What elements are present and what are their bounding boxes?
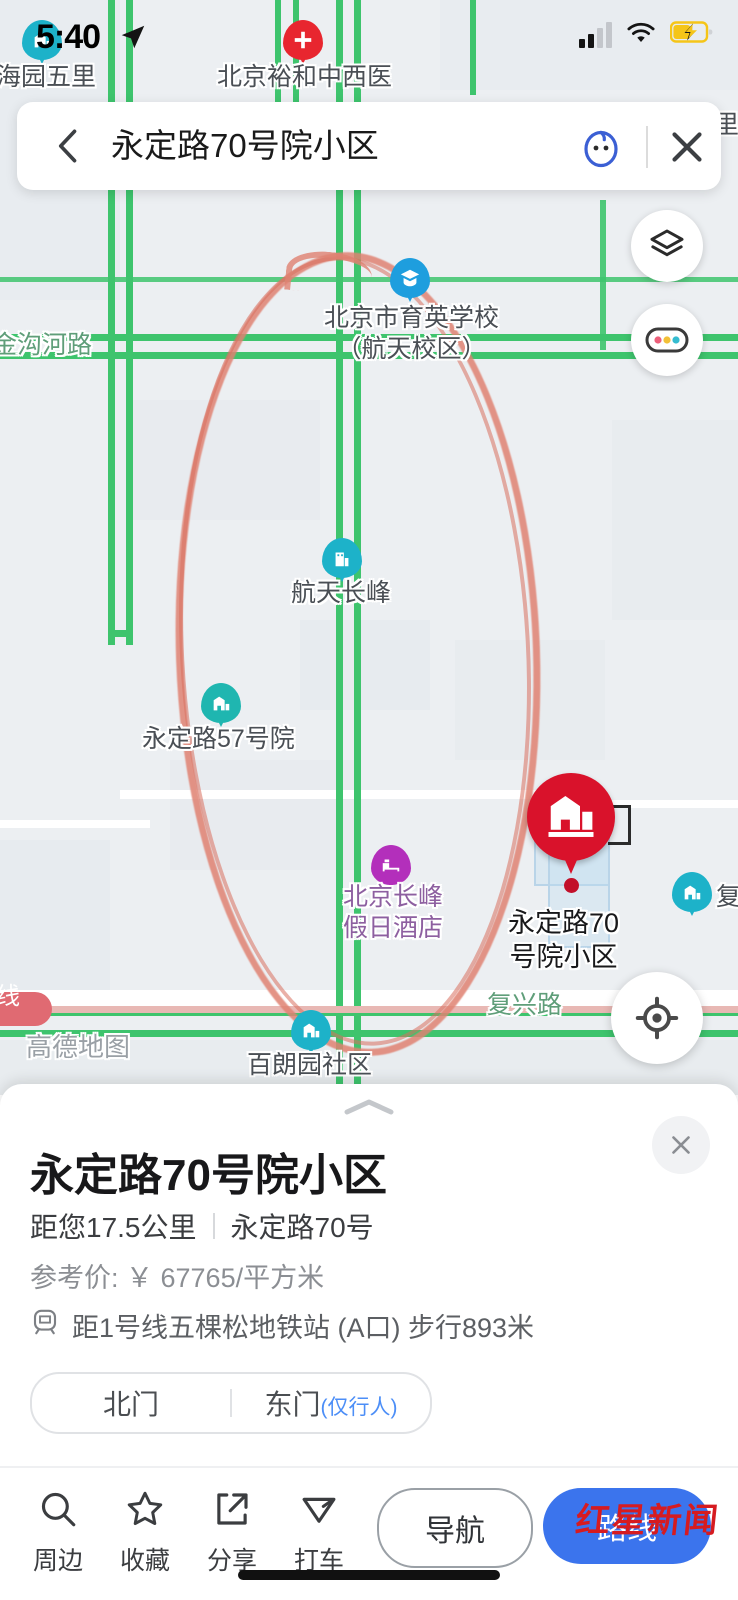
residence-icon: [213, 696, 230, 711]
map-label-jingouhe-road: 金沟河路: [0, 331, 93, 359]
status-indicators: [579, 20, 714, 49]
map-label-fuxing-road: 复兴路: [487, 991, 563, 1019]
map-label-selected-poi: 永定路70 号院小区: [508, 908, 620, 972]
map-label-school: 北京市育英学校 （航天校区）: [324, 304, 500, 363]
poi-address: 永定路70号: [230, 1212, 374, 1243]
school-icon: [400, 269, 420, 287]
battery-charging-icon: [669, 20, 714, 49]
share-icon: [217, 1493, 248, 1525]
traffic-light-icon: [645, 327, 689, 353]
map-label-hotel: 北京长峰 假日酒店: [343, 883, 444, 942]
locate-crosshair-icon: [635, 996, 679, 1040]
action-favorite-label: 收藏: [119, 1547, 170, 1575]
metro-text: 距1号线五棵松地铁站 (A口) 步行893米: [72, 1313, 535, 1343]
status-bar: 5:40: [0, 0, 738, 60]
gate-option-north[interactable]: 北门: [32, 1383, 230, 1423]
search-divider: [646, 126, 648, 168]
poi-pin-bailangyuan[interactable]: [291, 1010, 331, 1054]
wifi-icon: [625, 20, 657, 49]
taxi-icon: [302, 1497, 336, 1523]
map-layers-button[interactable]: [631, 210, 703, 282]
selected-poi-pin[interactable]: [527, 773, 615, 874]
residence-icon: [684, 885, 701, 900]
poi-pin-hangtianchangfeng[interactable]: [322, 538, 362, 582]
map-locate-button[interactable]: [611, 972, 703, 1064]
back-button[interactable]: [47, 124, 91, 168]
chevron-left-icon: [58, 129, 77, 163]
residence-icon: [548, 796, 594, 837]
chevron-up-icon: [344, 1099, 394, 1115]
residence-icon: [303, 1023, 320, 1038]
map-traffic-button[interactable]: [631, 304, 703, 376]
gate-note: (仅行人): [320, 1396, 398, 1419]
map-label-fu: 复: [716, 883, 738, 911]
selected-poi-anchor-dot: [564, 878, 579, 893]
poi-distance: 距您17.5公里: [30, 1212, 197, 1243]
home-indicator: [238, 1570, 500, 1580]
map-attribution: 高德地图: [26, 1032, 131, 1062]
action-nearby-label: 周边: [32, 1547, 83, 1575]
poi-meta-row: 距您17.5公里 永定路70号: [30, 1206, 374, 1246]
location-arrow-icon: [118, 22, 148, 57]
cellular-signal-icon: [579, 21, 612, 48]
search-close-button[interactable]: [662, 122, 712, 172]
hotel-bed-icon: [382, 859, 400, 872]
action-nearby[interactable]: 周边: [12, 1488, 104, 1577]
map-label-yongdinglu57: 永定路57号院: [142, 725, 295, 753]
metro-icon: [30, 1307, 60, 1344]
action-favorite[interactable]: 收藏: [99, 1488, 191, 1577]
navigate-button[interactable]: 导航: [377, 1488, 533, 1568]
search-icon: [41, 1492, 76, 1527]
star-icon: [127, 1491, 163, 1526]
poi-pin-fu[interactable]: [672, 872, 712, 916]
close-icon: [672, 132, 702, 162]
search-input[interactable]: 永定路70号院小区: [111, 124, 379, 168]
poi-title: 永定路70号院小区: [30, 1151, 387, 1200]
gate-selector[interactable]: 北门 东门(仅行人): [30, 1372, 432, 1434]
sheet-divider: [0, 1466, 738, 1468]
news-watermark: 红星新闻: [573, 1503, 722, 1540]
gate-option-east[interactable]: 东门(仅行人): [232, 1383, 430, 1423]
action-taxi[interactable]: 打车: [273, 1488, 365, 1577]
status-time: 5:40: [36, 18, 101, 56]
meta-divider: [212, 1213, 215, 1239]
sheet-close-button[interactable]: [652, 1116, 710, 1174]
map-label-haiyuanwuli: 海园五里: [0, 63, 97, 91]
poi-pin-school[interactable]: [390, 258, 430, 302]
close-icon: [672, 1136, 690, 1154]
map-label-bailangyuan: 百朗园社区: [247, 1051, 373, 1079]
map-layers-icon: [650, 229, 684, 257]
map-label-hospital: 北京裕和中西医: [217, 63, 393, 91]
poi-pin-hotel[interactable]: [371, 845, 411, 889]
sheet-expand-handle[interactable]: [343, 1098, 395, 1116]
poi-metro-info: 距1号线五棵松地铁站 (A口) 步行893米: [30, 1306, 534, 1345]
voice-assistant-icon[interactable]: [577, 123, 625, 171]
poi-reference-price: 参考价: ￥ 67765/平方米: [30, 1263, 325, 1293]
poi-pin-yongdinglu57[interactable]: [201, 683, 241, 727]
search-bar[interactable]: 永定路70号院小区: [17, 102, 721, 190]
map-label-hangtianchangfeng: 航天长峰: [291, 579, 392, 607]
action-share[interactable]: 分享: [186, 1488, 278, 1577]
residence-icon: [335, 552, 349, 567]
map-label-subway-line: 线: [0, 983, 20, 1010]
